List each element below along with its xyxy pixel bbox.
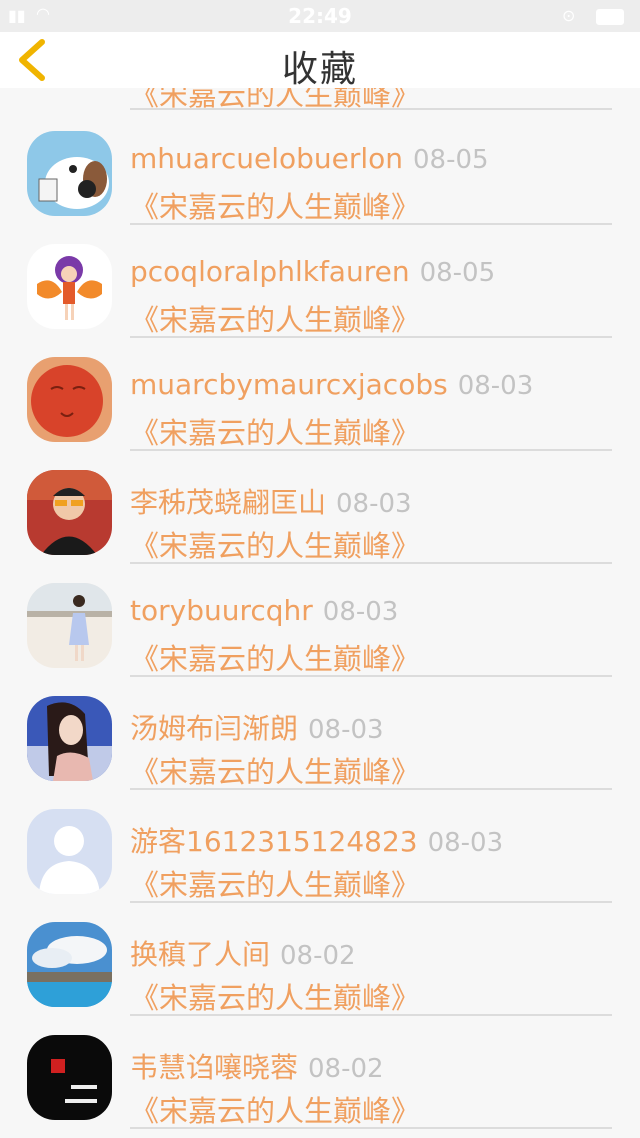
page-title: 收藏 (281, 49, 358, 90)
user-line: 李秭茂蛲翩匡山 08-03 (130, 481, 412, 521)
date: 08-03 (308, 715, 384, 745)
avatar (27, 470, 112, 555)
list-item[interactable]: 游客1612315124823 08-03 《宋嘉云的人生巅峰》 (0, 790, 640, 903)
user-line: mhuarcuelobuerlon 08-05 (130, 142, 489, 175)
avatar (27, 809, 112, 894)
book-title: 《宋嘉云的人生巅峰》 (130, 1094, 421, 1128)
user-line: muarcbymaurcxjacobs 08-03 (130, 368, 533, 401)
date: 08-02 (308, 1054, 384, 1084)
list-item[interactable]: 韦慧诌嚷晓蓉 08-02 《宋嘉云的人生巅峰》 (0, 1016, 640, 1129)
username: 换稹了人间 (130, 938, 271, 971)
user-line: 汤姆布闫渐朗 08-03 (130, 707, 384, 747)
default-user-avatar-icon (27, 809, 112, 894)
list-item[interactable]: torybuurcqhr 08-03 《宋嘉云的人生巅峰》 (0, 564, 640, 677)
list-item[interactable]: 汤姆布闫渐朗 08-03 《宋嘉云的人生巅峰》 (0, 677, 640, 790)
list-item[interactable]: mhuarcuelobuerlon 08-05 《宋嘉云的人生巅峰》 (0, 112, 640, 225)
username: 汤姆布闫渐朗 (130, 712, 299, 745)
rotation-lock-icon: ⊙ (562, 6, 576, 25)
battery-icon (596, 9, 624, 25)
list-item[interactable]: 李秭茂蛲翩匡山 08-03 《宋嘉云的人生巅峰》 (0, 451, 640, 564)
date: 08-05 (419, 258, 496, 288)
divider (130, 1127, 612, 1129)
book-title: 《宋嘉云的人生巅峰》 (130, 529, 421, 563)
nav-bar: 收藏 (0, 32, 640, 90)
date: 08-02 (280, 941, 356, 971)
avatar (27, 1035, 112, 1120)
book-title: 《宋嘉云的人生巅峰》 (130, 416, 421, 450)
list-item[interactable]: pcoqloralphlkfauren 08-05 《宋嘉云的人生巅峰》 (0, 225, 640, 338)
username: mhuarcuelobuerlon (130, 142, 404, 175)
date: 08-03 (322, 597, 399, 627)
avatar (27, 357, 112, 442)
avatar (27, 131, 112, 216)
avatar (27, 922, 112, 1007)
list-item[interactable]: muarcbymaurcxjacobs 08-03 《宋嘉云的人生巅峰》 (0, 338, 640, 451)
user-line: torybuurcqhr 08-03 (130, 594, 398, 627)
book-title: 《宋嘉云的人生巅峰》 (130, 755, 421, 789)
red-ball-face-avatar-icon (27, 357, 112, 442)
user-line: 韦慧诌嚷晓蓉 08-02 (130, 1046, 384, 1086)
book-title: 《宋嘉云的人生巅峰》 (130, 868, 421, 902)
date: 08-03 (457, 371, 534, 401)
date: 08-05 (413, 145, 489, 175)
anime-character-avatar-icon (27, 244, 112, 329)
status-time: 22:49 (288, 4, 352, 28)
dog-avatar-icon (27, 131, 112, 216)
book-title: 《宋嘉云的人生巅峰》 (130, 190, 421, 224)
username: 李秭茂蛲翩匡山 (130, 486, 327, 519)
avatar (27, 696, 112, 781)
username: muarcbymaurcxjacobs (130, 368, 448, 401)
book-title: 《宋嘉云的人生巅峰》 (130, 981, 421, 1015)
date: 08-03 (336, 489, 412, 519)
user-line: pcoqloralphlkfauren 08-05 (130, 255, 495, 288)
divider (130, 108, 612, 110)
username: pcoqloralphlkfauren (130, 255, 410, 288)
landscape-avatar-icon (27, 922, 112, 1007)
username: 游客1612315124823 (130, 825, 418, 858)
book-title: 《宋嘉云的人生巅峰》 (130, 303, 421, 337)
avatar (27, 244, 112, 329)
man-with-sunglasses-avatar-icon (27, 470, 112, 555)
book-title: 《宋嘉云的人生巅峰》 (130, 642, 421, 676)
status-bar: ▮▮ ◠ 22:49 ⊙ (0, 0, 640, 32)
girl-on-beach-avatar-icon (27, 583, 112, 668)
username: torybuurcqhr (130, 594, 313, 627)
user-line: 游客1612315124823 08-03 (130, 820, 503, 860)
list-item[interactable]: 换稹了人间 08-02 《宋嘉云的人生巅峰》 (0, 903, 640, 1016)
favorites-list: 《宋嘉云的人生巅峰》 mhuarcuelobuerlon 08-05 《宋嘉云的人… (0, 66, 640, 1129)
avatar (27, 583, 112, 668)
user-line: 换稹了人间 08-02 (130, 933, 356, 973)
date: 08-03 (427, 828, 504, 858)
dark-graphic-avatar-icon (27, 1035, 112, 1120)
username: 韦慧诌嚷晓蓉 (130, 1051, 299, 1084)
illustrated-girl-avatar-icon (27, 696, 112, 781)
